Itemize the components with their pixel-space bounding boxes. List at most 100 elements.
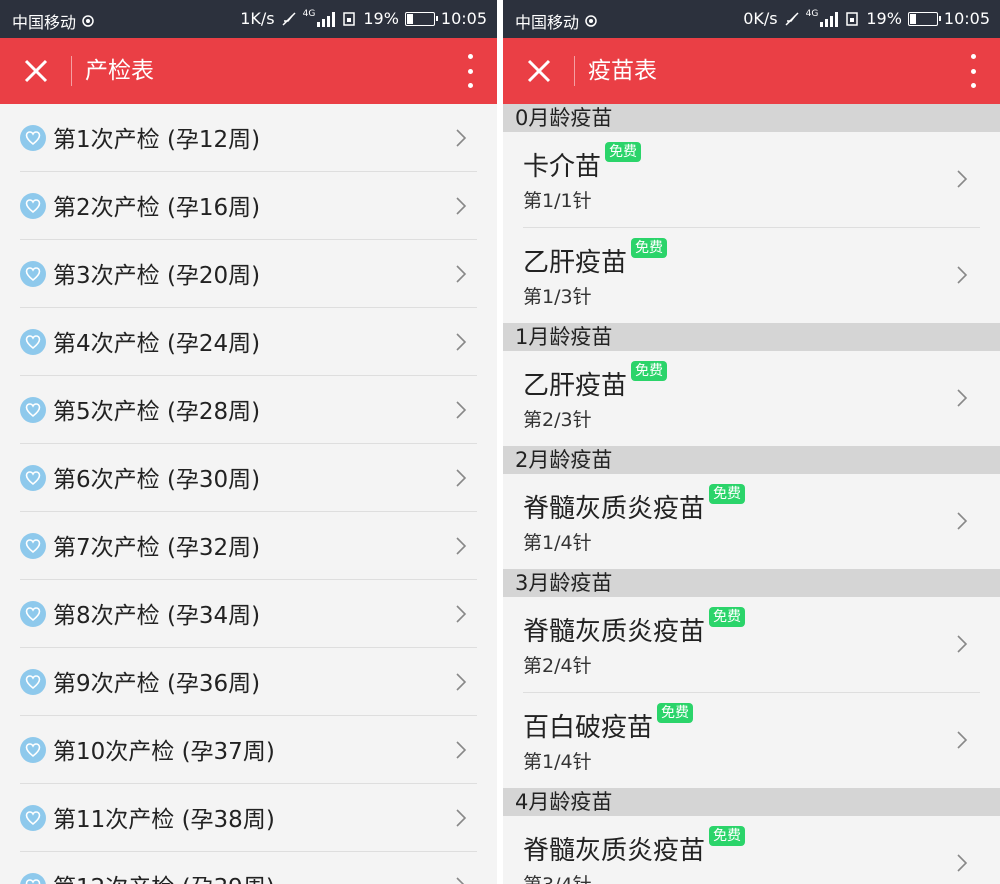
checkup-label: 第3次产检 (孕20周) xyxy=(53,263,261,289)
vaccine-dose: 第2/3针 xyxy=(523,409,592,431)
checkup-list-item[interactable]: 第10次产检 (孕37周) xyxy=(20,716,477,784)
vaccine-dose: 第1/4针 xyxy=(523,751,592,773)
free-badge: 免费 xyxy=(709,484,746,504)
checkup-list-item[interactable]: 第4次产检 (孕24周) xyxy=(20,308,477,376)
heart-icon xyxy=(20,601,46,627)
free-badge: 免费 xyxy=(631,238,668,258)
vaccine-list-item[interactable]: 脊髓灰质炎疫苗 免费第1/4针 xyxy=(503,474,1000,569)
vaccine-list-item[interactable]: 百白破疫苗 免费 第1/4针 xyxy=(503,693,1000,788)
network-speed: 1K/s xyxy=(240,9,275,28)
section-header: 4月龄疫苗 xyxy=(503,788,1000,816)
chevron-right-icon xyxy=(455,808,467,828)
checkup-list-item[interactable]: 第5次产检 (孕28周) xyxy=(20,376,477,444)
checkup-list-item[interactable]: 第8次产检 (孕34周) xyxy=(20,580,477,648)
checkup-list-item[interactable]: 第9次产检 (孕36周) xyxy=(20,648,477,716)
close-icon[interactable] xyxy=(523,55,555,87)
section-header: 3月龄疫苗 xyxy=(503,569,1000,597)
checkup-list-item[interactable]: 第6次产检 (孕30周) xyxy=(20,444,477,512)
vaccine-name: 乙肝疫苗 xyxy=(523,371,628,401)
close-icon[interactable] xyxy=(20,55,52,87)
vaccine-dose: 第1/3针 xyxy=(523,286,592,308)
network-type: 4G xyxy=(805,9,819,19)
heart-icon xyxy=(20,397,46,423)
chevron-right-icon xyxy=(455,400,467,420)
vaccine-name: 百白破疫苗 xyxy=(523,713,654,743)
chevron-right-icon xyxy=(455,332,467,352)
heart-icon xyxy=(20,193,46,219)
page-title: 产检表 xyxy=(85,58,154,84)
chevron-right-icon xyxy=(455,128,467,148)
vaccine-list-item[interactable]: 卡介苗 免费第1/1针 xyxy=(523,132,980,228)
mute-icon xyxy=(282,11,296,26)
heart-icon xyxy=(20,533,46,559)
heart-icon xyxy=(20,465,46,491)
heart-icon xyxy=(20,261,46,287)
chevron-right-icon xyxy=(956,265,968,285)
checkup-label: 第8次产检 (孕34周) xyxy=(53,603,261,629)
heart-icon xyxy=(20,669,46,695)
network-speed: 0K/s xyxy=(743,9,778,28)
checkup-label: 第2次产检 (孕16周) xyxy=(53,195,261,221)
checkup-list-item[interactable]: 第11次产检 (孕38周) xyxy=(20,784,477,852)
chevron-right-icon xyxy=(455,264,467,284)
checkup-list-item[interactable]: 第12次产检 (孕39周) xyxy=(20,852,477,884)
checkup-label: 第5次产检 (孕28周) xyxy=(53,399,261,425)
heart-icon xyxy=(20,737,46,763)
vaccine-name: 脊髓灰质炎疫苗 xyxy=(523,494,706,524)
signal-icon xyxy=(820,11,839,27)
app-bar: 产检表 xyxy=(0,38,497,104)
checkup-label: 第10次产检 (孕37周) xyxy=(53,739,275,765)
chevron-right-icon xyxy=(455,604,467,624)
vaccine-list: 0月龄疫苗 卡介苗 免费 第1/1针 乙肝疫苗 免费 第1/3针 1月龄疫苗 乙肝疫苗 免费 第2/… xyxy=(503,104,1000,884)
checkup-label: 第1次产检 (孕12周) xyxy=(53,127,261,153)
vaccine-dose: 第1/4针 xyxy=(523,532,592,554)
carrier-name: 中国移动 xyxy=(515,13,580,32)
checkup-list-item[interactable]: 第1次产检 (孕12周) xyxy=(20,104,477,172)
chevron-right-icon xyxy=(956,730,968,750)
clock: 10:05 xyxy=(943,9,990,28)
vaccine-dose: 第2/4针 xyxy=(523,655,592,677)
checkup-list-item[interactable]: 第3次产检 (孕20周) xyxy=(20,240,477,308)
sim-icon xyxy=(343,11,356,26)
status-bar: 中国移动 0K/s 4G 19% 10:05 xyxy=(503,0,1000,38)
heart-icon xyxy=(20,329,46,355)
section-header: 0月龄疫苗 xyxy=(503,104,1000,132)
appbar-divider xyxy=(574,56,575,86)
chevron-right-icon xyxy=(455,740,467,760)
checkup-label: 第9次产检 (孕36周) xyxy=(53,671,261,697)
network-type: 4G xyxy=(302,9,316,19)
status-bar: 中国移动 1K/s 4G 19% 10:05 xyxy=(0,0,497,38)
vaccine-list-item[interactable]: 脊髓灰质炎疫苗 免费第2/4针 xyxy=(523,597,980,693)
vaccine-list-item[interactable]: 乙肝疫苗 免费第2/3针 xyxy=(503,351,1000,446)
vaccine-list-item[interactable]: 脊髓灰质炎疫苗免费第3/4针 xyxy=(503,816,1000,884)
chevron-right-icon xyxy=(956,388,968,408)
vaccine-name: 脊髓灰质炎疫苗 xyxy=(523,617,706,647)
heart-icon xyxy=(20,873,46,884)
section-header: 1月龄疫苗 xyxy=(503,323,1000,351)
checkup-label: 第6次产检 (孕30周) xyxy=(53,467,261,493)
free-badge: 免费 xyxy=(605,142,642,162)
vaccine-name: 卡介苗 xyxy=(523,152,602,182)
carrier-name: 中国移动 xyxy=(12,13,77,32)
vaccine-dose: 第1/1针 xyxy=(523,190,592,212)
checkup-label: 第11次产检 (孕38周) xyxy=(53,807,275,833)
heart-icon xyxy=(20,805,46,831)
more-options-icon[interactable] xyxy=(966,54,980,88)
sim-icon xyxy=(846,11,859,26)
checkup-list-item[interactable]: 第7次产检 (孕32周) xyxy=(20,512,477,580)
free-badge: 免费 xyxy=(709,607,746,627)
vaccine-name: 乙肝疫苗 xyxy=(523,248,628,278)
chevron-right-icon xyxy=(455,672,467,692)
more-options-icon[interactable] xyxy=(463,54,477,88)
prenatal-checkup-screen: 中国移动 1K/s 4G 19% 10:05 产检表 第1次产检 (孕12周) 第… xyxy=(0,0,497,884)
chevron-right-icon xyxy=(956,853,968,873)
battery-percent: 19% xyxy=(866,9,902,28)
free-badge: 免费 xyxy=(631,361,668,381)
chevron-right-icon xyxy=(455,536,467,556)
chevron-right-icon xyxy=(455,468,467,488)
vaccine-name: 脊髓灰质炎疫苗 xyxy=(523,836,706,866)
mute-icon xyxy=(785,11,799,26)
vaccine-list-item[interactable]: 乙肝疫苗 免费第1/3针 xyxy=(503,228,1000,323)
checkup-list-item[interactable]: 第2次产检 (孕16周) xyxy=(20,172,477,240)
checkup-list: 第1次产检 (孕12周) 第2次产检 (孕16周) 第3次产检 (孕20周) 第4次产… xyxy=(0,104,497,884)
